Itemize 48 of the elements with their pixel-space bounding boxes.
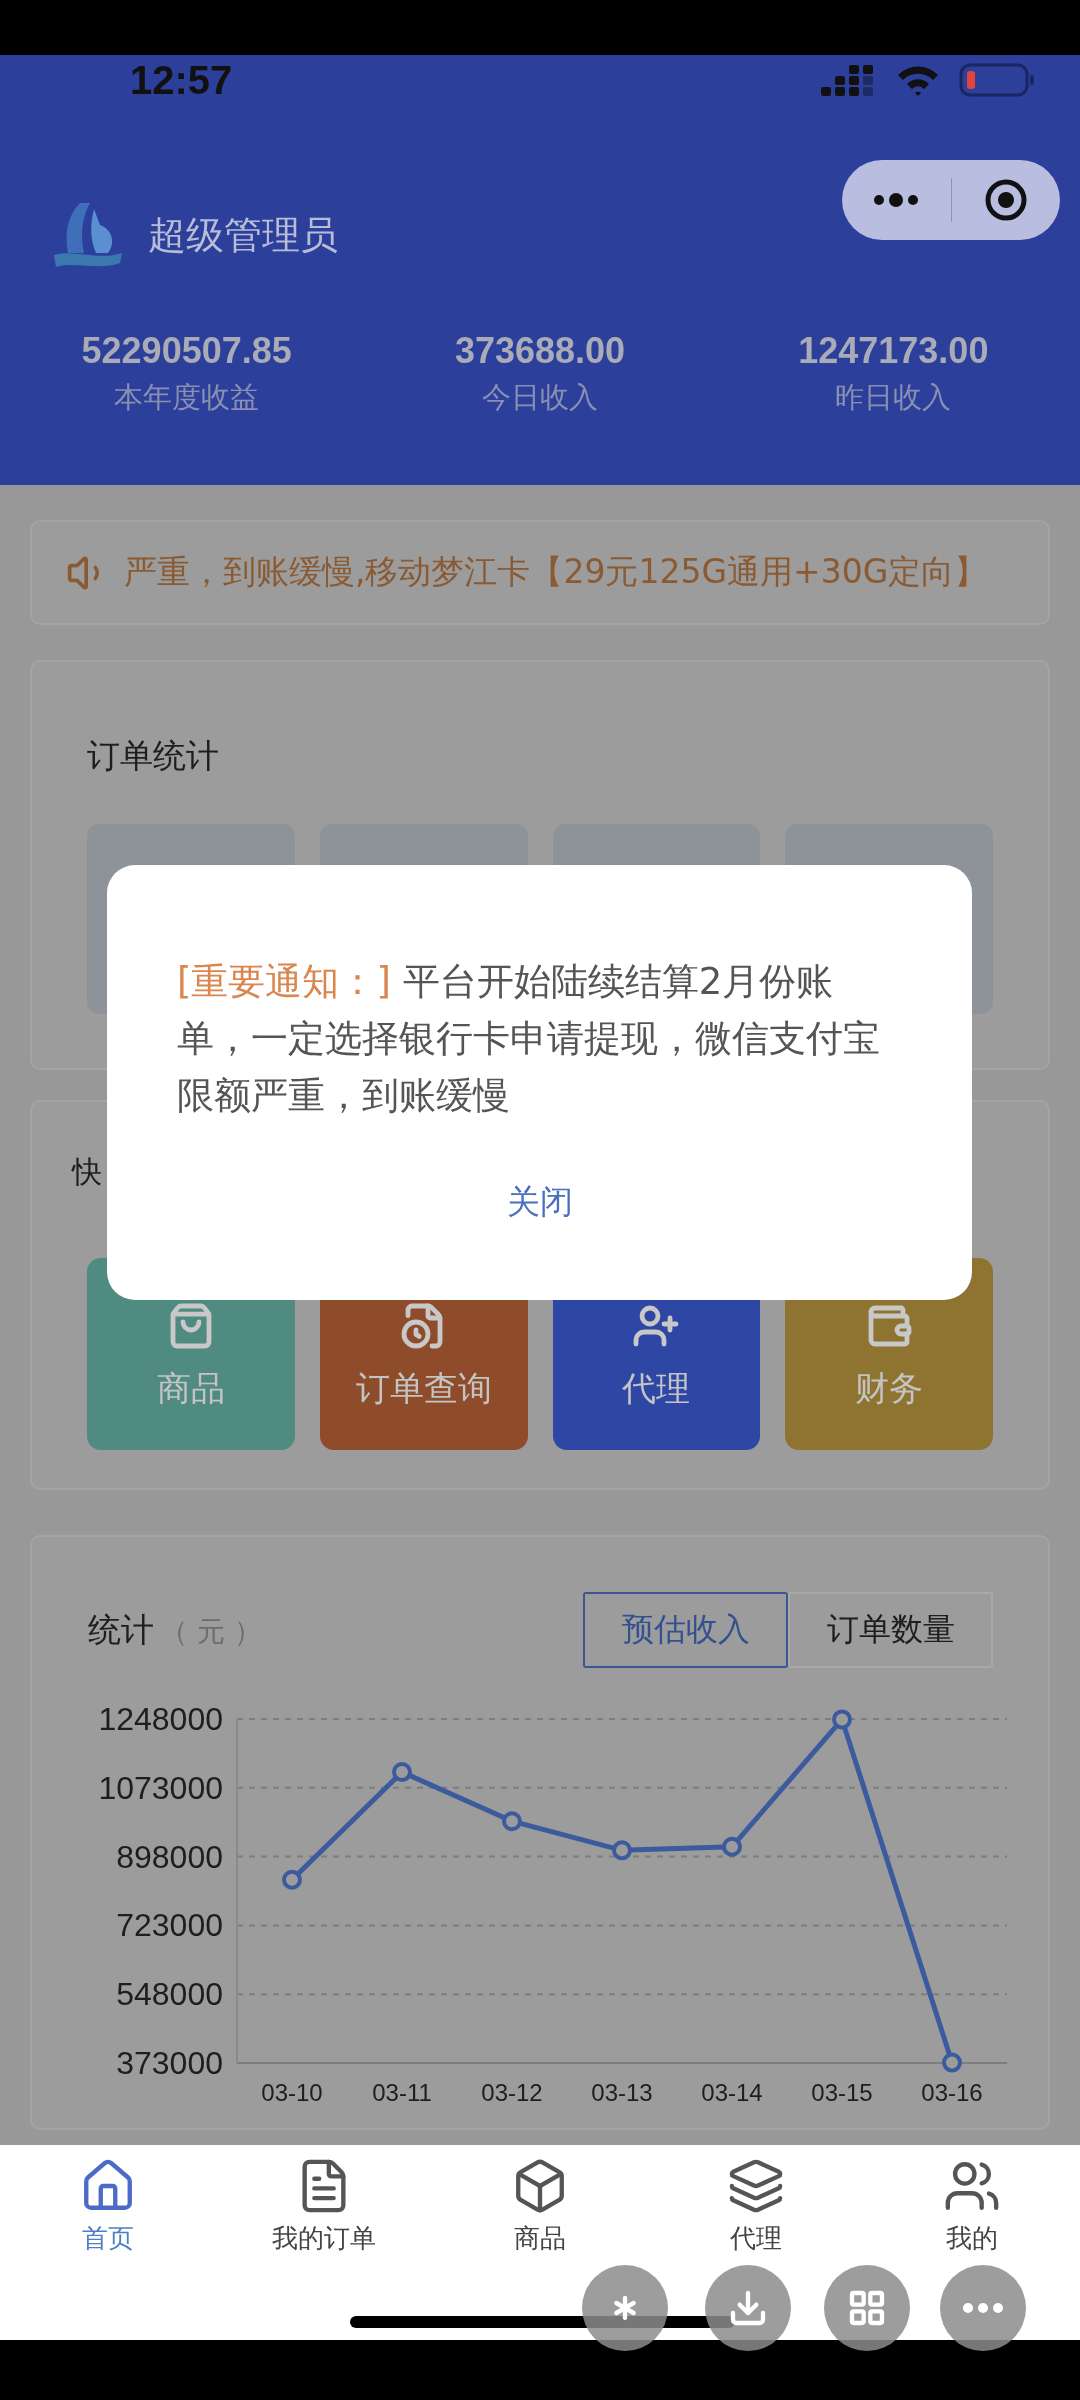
toggle-tab[interactable]: 订单数量 — [788, 1592, 993, 1668]
card-title: 订单统计 — [87, 735, 220, 777]
y-tick-label: 1073000 — [98, 1769, 223, 1806]
float-icon — [963, 2303, 1003, 2313]
data-point — [722, 1836, 742, 1857]
x-tick-label: 03-11 — [372, 2079, 432, 2106]
notice-text: 严重，到账缓慢,移动梦江卡【29元125G通用+30G定向】 — [124, 551, 988, 593]
battery-icon — [959, 62, 1035, 98]
y-tick-label: 548000 — [116, 1976, 223, 2013]
target-icon — [983, 178, 1028, 222]
float-icon — [728, 2288, 768, 2328]
more-icon — [873, 193, 920, 207]
x-tick-label: 03-16 — [921, 2079, 983, 2106]
y-tick-label: 373000 — [116, 2045, 223, 2081]
data-point — [942, 2052, 962, 2073]
tab-item[interactable]: 我的 — [943, 2145, 1001, 2260]
data-point — [282, 1869, 302, 1890]
data-point — [502, 1811, 522, 1832]
x-tick-label: 03-13 — [591, 2079, 653, 2106]
y-tick-label: 1248000 — [98, 1701, 223, 1737]
tab-item[interactable]: 代理 — [727, 2145, 785, 2260]
tab-item[interactable]: 我的订单 — [272, 2145, 376, 2260]
dialog-text: [重要通知：] 平台开始陆续结算2月份账单，一定选择银行卡申请提现，微信支付宝限额严重，到账缓慢 — [177, 959, 881, 1119]
stat-value: 373688.00 — [454, 330, 626, 372]
admin-title: 超级管理员 — [148, 211, 338, 259]
x-tick-label: 03-10 — [261, 2079, 323, 2106]
stat-label: 昨日收入 — [835, 379, 952, 416]
x-tick-label: 03-15 — [811, 2079, 873, 2106]
tab-icon — [727, 2157, 785, 2215]
tab-item[interactable]: 商品 — [511, 2145, 569, 2260]
y-tick-label: 898000 — [116, 1838, 223, 1875]
data-point — [392, 1762, 412, 1783]
stat-label: 今日收入 — [482, 379, 598, 416]
float-icon — [847, 2288, 887, 2328]
status-time: 12:57 — [130, 57, 233, 103]
stat-value: 1247173.00 — [798, 330, 989, 372]
tab-item[interactable]: 首页 — [79, 2145, 137, 2260]
toggle-tab[interactable]: 预估收入 — [583, 1592, 788, 1668]
y-tick-label: 723000 — [116, 1907, 223, 1944]
card-title: 快 — [72, 1153, 103, 1191]
stat-label: 本年度收益 — [114, 379, 260, 416]
stat-value: 52290507.85 — [81, 330, 292, 372]
data-point — [612, 1840, 632, 1861]
x-tick-label: 03-14 — [701, 2079, 763, 2106]
data-point — [832, 1709, 852, 1730]
close-button[interactable]: 关闭 — [486, 1174, 593, 1231]
x-tick-label: 03-12 — [481, 2079, 543, 2106]
card-title: 统计 — [88, 1608, 154, 1651]
